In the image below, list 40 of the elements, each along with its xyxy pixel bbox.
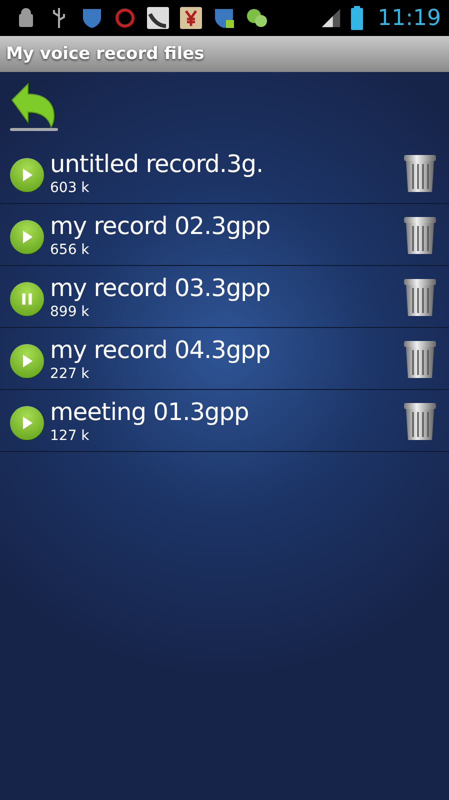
file-name: my record 03.3gpp [50, 272, 272, 302]
shield-icon [80, 6, 104, 30]
record-row[interactable]: meeting 01.3gpp 127 k [0, 390, 449, 452]
pause-icon [19, 290, 35, 306]
play-button[interactable] [10, 344, 44, 378]
trash-can-icon [403, 338, 437, 378]
file-name: untitled record.3g. [50, 148, 264, 178]
delete-button[interactable] [403, 214, 437, 254]
file-size: 899 k [50, 302, 90, 320]
window-title: My voice record files [6, 44, 204, 64]
circle-icon [113, 6, 137, 30]
trash-can-icon [403, 276, 437, 316]
record-row[interactable]: my record 02.3gpp 656 k [0, 204, 449, 266]
trash-can-icon [403, 214, 437, 254]
play-button[interactable] [10, 406, 44, 440]
delete-button[interactable] [403, 338, 437, 378]
trash-can-icon [403, 400, 437, 440]
play-button[interactable] [10, 158, 44, 192]
file-size: 127 k [50, 426, 90, 444]
record-row[interactable]: my record 03.3gpp 899 k [0, 266, 449, 328]
file-size: 656 k [50, 240, 90, 258]
shield-icon [212, 6, 236, 30]
trash-can-icon [403, 152, 437, 192]
play-button[interactable] [10, 220, 44, 254]
file-size: 227 k [50, 364, 90, 382]
file-size: 603 k [50, 178, 90, 196]
clock-time: 11:19 [378, 6, 441, 30]
delete-button[interactable] [403, 400, 437, 440]
record-row[interactable]: untitled record.3g. 603 k [0, 142, 449, 204]
file-name: meeting 01.3gpp [50, 396, 250, 426]
battery-icon [350, 6, 363, 30]
pause-button[interactable] [10, 282, 44, 316]
file-name: my record 04.3gpp [50, 334, 272, 364]
record-row[interactable]: my record 04.3gpp 227 k [0, 328, 449, 390]
delete-button[interactable] [403, 152, 437, 192]
file-name: my record 02.3gpp [50, 210, 272, 240]
yen-icon [179, 6, 203, 30]
chat-icon [245, 6, 269, 30]
delete-button[interactable] [403, 276, 437, 316]
signal-icon [320, 7, 342, 29]
